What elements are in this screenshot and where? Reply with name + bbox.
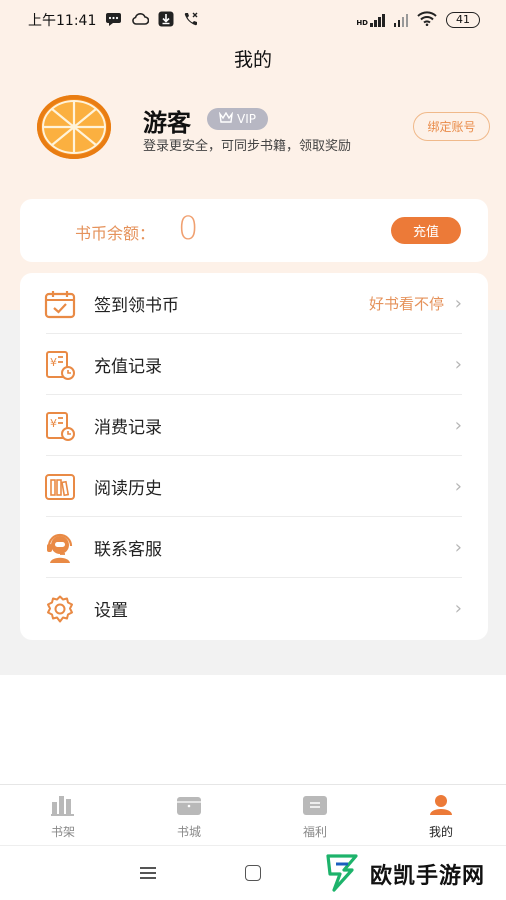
watermark: 欧凯手游网	[322, 852, 485, 896]
menu-item-label: 联系客服	[94, 540, 162, 560]
bookshelf-tab-icon	[50, 794, 76, 820]
tab-label: 书架	[50, 825, 75, 839]
customer-service-icon	[43, 531, 77, 565]
menu-item-label: 阅读历史	[94, 479, 162, 499]
vip-label: VIP	[237, 112, 256, 126]
network-type-label: HD	[356, 19, 368, 27]
menu-list: 签到领书币 好书看不停 › ¥ 充值记录 › ¥ 消费记录 › 阅读历史 › 联…	[20, 273, 488, 640]
recent-apps-button[interactable]	[140, 867, 156, 879]
watermark-text: 欧凯手游网	[370, 864, 486, 889]
tab-welfare[interactable]: 福利	[252, 785, 378, 845]
menu-item-recharge-record[interactable]: ¥ 充值记录 ›	[20, 334, 488, 395]
status-time: 上午11:41	[28, 13, 97, 29]
chevron-right-icon: ›	[454, 598, 462, 619]
svg-text:¥: ¥	[50, 417, 57, 430]
wifi-icon	[417, 10, 437, 30]
tab-profile[interactable]: 我的	[378, 785, 504, 845]
battery-indicator: 41	[446, 12, 480, 28]
status-bar: 上午11:41 HD 41	[0, 0, 506, 40]
menu-item-label: 签到领书币	[94, 296, 179, 316]
avatar-orange-icon[interactable]	[37, 95, 111, 159]
bookshelf-icon	[43, 470, 77, 504]
consume-record-icon: ¥	[43, 409, 77, 443]
chevron-right-icon: ›	[454, 354, 462, 375]
profile-tab-icon	[428, 794, 454, 820]
chevron-right-icon: ›	[454, 476, 462, 497]
balance-value: 0	[178, 209, 199, 247]
page-title: 我的	[233, 49, 272, 71]
menu-item-reading-history[interactable]: 阅读历史 ›	[20, 456, 488, 517]
menu-item-label: 充值记录	[94, 357, 162, 377]
tab-bookshelf[interactable]: 书架	[0, 785, 126, 845]
vip-badge: VIP	[207, 108, 268, 130]
signal-2-icon	[393, 13, 408, 27]
recharge-button[interactable]: 充值	[391, 217, 461, 244]
username: 游客	[143, 109, 191, 137]
menu-item-consume-record[interactable]: ¥ 消费记录 ›	[20, 395, 488, 456]
chevron-right-icon: ›	[454, 293, 462, 314]
recharge-record-icon: ¥	[43, 348, 77, 382]
menu-item-customer-service[interactable]: 联系客服 ›	[20, 517, 488, 578]
balance-label: 书币余额：	[75, 224, 156, 243]
menu-item-hint: 好书看不停	[368, 295, 444, 313]
menu-item-label: 消费记录	[94, 418, 162, 438]
calendar-check-icon	[43, 287, 77, 321]
cloud-icon	[131, 12, 150, 28]
bookstore-tab-icon	[176, 794, 202, 820]
signal-icon: HD	[356, 13, 385, 27]
balance-card: 书币余额： 0 充值	[20, 199, 488, 262]
menu-item-checkin[interactable]: 签到领书币 好书看不停 ›	[20, 273, 488, 334]
message-icon	[105, 12, 122, 29]
gear-icon	[43, 592, 77, 626]
status-left: 上午11:41	[28, 10, 199, 30]
menu-item-settings[interactable]: 设置 ›	[20, 578, 488, 639]
tab-label: 我的	[428, 825, 453, 839]
svg-text:¥: ¥	[50, 356, 57, 369]
menu-item-label: 设置	[94, 601, 128, 621]
watermark-logo-icon	[322, 852, 362, 896]
status-right: HD 41	[356, 10, 480, 30]
welfare-tab-icon	[302, 794, 328, 820]
crown-icon	[218, 111, 234, 126]
tab-label: 书城	[176, 825, 201, 839]
tab-label: 福利	[302, 825, 327, 839]
download-icon	[158, 11, 174, 30]
chevron-right-icon: ›	[454, 415, 462, 436]
missed-call-icon	[183, 11, 199, 30]
bottom-tab-bar: 书架 书城 福利 我的	[0, 784, 506, 844]
tab-bookstore[interactable]: 书城	[126, 785, 252, 845]
login-hint: 登录更安全，可同步书籍，领取奖励	[143, 139, 352, 154]
chevron-right-icon: ›	[454, 537, 462, 558]
bind-account-button[interactable]: 绑定账号	[413, 112, 490, 141]
home-button[interactable]	[245, 865, 261, 881]
